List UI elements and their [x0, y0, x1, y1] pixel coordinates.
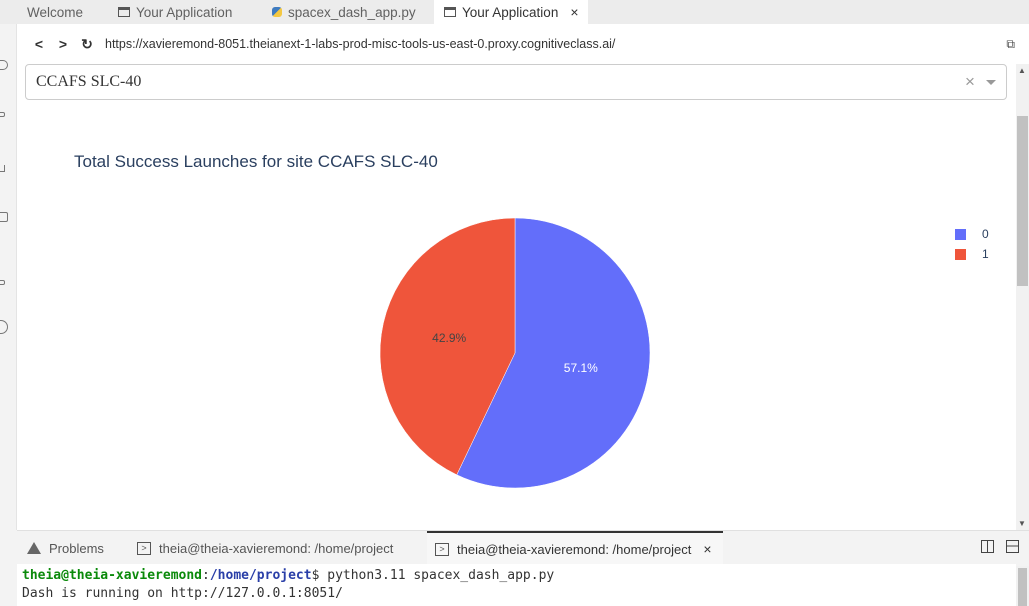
site-dropdown[interactable]: CCAFS SLC-40 ×	[25, 64, 1007, 100]
terminal-icon: >	[435, 542, 449, 556]
tab-label: Your Application	[136, 4, 233, 20]
clear-icon[interactable]: ×	[960, 72, 980, 92]
tab-label: theia@theia-xavieremond: /home/project	[457, 541, 692, 557]
tab-label: spacex_dash_app.py	[288, 4, 416, 20]
content-scrollbar[interactable]: ▲ ▼	[1016, 64, 1029, 530]
terminal-icon: >	[137, 541, 151, 555]
misc-icon[interactable]	[0, 280, 5, 285]
url-bar[interactable]: https://xavieremond-8051.theianext-1-lab…	[105, 37, 615, 51]
tab-label: Welcome	[27, 4, 84, 20]
panel-actions	[981, 540, 1019, 553]
window-icon	[444, 7, 456, 17]
search-icon[interactable]	[0, 60, 8, 70]
prompt-end: $	[311, 568, 328, 583]
legend-swatch	[955, 228, 966, 240]
legend-item-1[interactable]: 1	[955, 244, 989, 264]
source-control-icon[interactable]	[0, 112, 5, 117]
legend-label: 1	[982, 247, 989, 261]
scrollbar-thumb[interactable]	[1017, 116, 1028, 286]
prompt-separator: :	[202, 568, 210, 583]
close-tab-icon[interactable]: ×	[570, 4, 578, 20]
open-external-icon[interactable]: ⧉	[1006, 37, 1015, 52]
toggle-panel-icon[interactable]	[1006, 540, 1019, 553]
prompt-user: theia@theia-xavieremond	[22, 568, 203, 583]
reload-button[interactable]: ↻	[75, 36, 99, 53]
close-tab-icon[interactable]: ×	[703, 541, 711, 557]
pie-chart: 57.1% 42.9%	[380, 217, 650, 489]
pie-label-1: 42.9%	[432, 331, 466, 345]
tab-label: Your Application	[462, 4, 559, 20]
tab-spacex-dash-app[interactable]: spacex_dash_app.py	[262, 0, 432, 24]
scroll-down-icon[interactable]: ▼	[1018, 519, 1026, 528]
chart-legend: 01	[955, 224, 989, 264]
scroll-up-icon[interactable]: ▲	[1018, 66, 1026, 75]
editor-tab-bar: Welcome Your Application spacex_dash_app…	[0, 0, 1029, 24]
extensions-icon[interactable]	[0, 212, 8, 222]
debug-icon[interactable]	[0, 165, 5, 172]
bottom-panel-tabs: Problems > theia@theia-xavieremond: /hom…	[17, 530, 1029, 565]
terminal-command: python3.11 spacex_dash_app.py	[327, 568, 555, 583]
terminal-scrollbar[interactable]	[1016, 566, 1029, 606]
terminal[interactable]: theia@theia-xavieremond:/home/project$ p…	[17, 564, 1016, 606]
account-icon[interactable]	[0, 320, 8, 334]
scrollbar-thumb[interactable]	[1018, 568, 1027, 606]
tab-welcome[interactable]: Welcome	[17, 0, 105, 24]
tab-problems[interactable]: Problems	[27, 531, 127, 565]
legend-swatch	[955, 248, 966, 260]
pie-label-0: 57.1%	[564, 361, 598, 375]
forward-button[interactable]: >	[51, 36, 75, 52]
terminal-output: Dash is running on http://127.0.0.1:8051…	[22, 586, 343, 601]
tab-label: Problems	[49, 540, 104, 556]
python-file-icon	[272, 7, 282, 17]
chart-title: Total Success Launches for site CCAFS SL…	[74, 152, 438, 171]
activity-bar	[0, 0, 17, 530]
warning-icon	[27, 542, 41, 554]
window-icon	[118, 7, 130, 17]
tab-terminal-1[interactable]: > theia@theia-xavieremond: /home/project	[137, 531, 417, 565]
legend-label: 0	[982, 227, 989, 241]
browser-toolbar: < > ↻ https://xavieremond-8051.theianext…	[17, 24, 1029, 64]
chevron-down-icon[interactable]	[986, 79, 996, 85]
split-terminal-icon[interactable]	[981, 540, 994, 553]
app-content: CCAFS SLC-40 × Total Success Launches fo…	[17, 64, 1016, 530]
terminal-command-line: theia@theia-xavieremond:/home/project$ p…	[22, 568, 1016, 586]
prompt-path: /home/project	[209, 568, 312, 583]
tab-terminal-2[interactable]: > theia@theia-xavieremond: /home/project…	[427, 531, 723, 565]
tab-your-application[interactable]: Your Application	[108, 0, 258, 24]
legend-item-0[interactable]: 0	[955, 224, 989, 244]
tab-label: theia@theia-xavieremond: /home/project	[159, 540, 394, 556]
tab-your-application-active[interactable]: Your Application ×	[434, 0, 588, 24]
dropdown-value: CCAFS SLC-40	[36, 73, 142, 90]
back-button[interactable]: <	[27, 36, 51, 52]
